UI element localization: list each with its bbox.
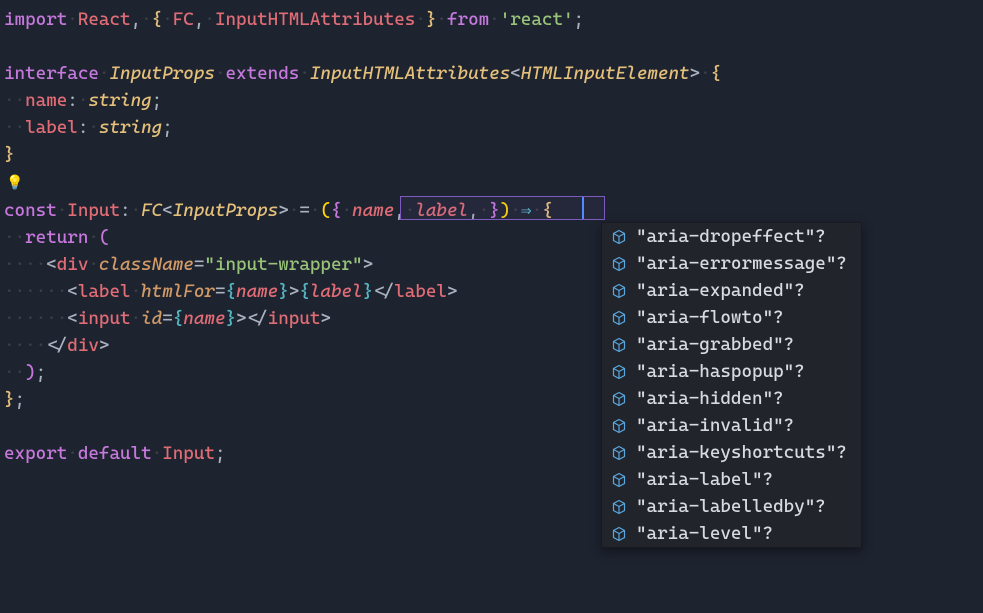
field-icon (610, 390, 628, 408)
autocomplete-item[interactable]: "aria-invalid"? (602, 412, 861, 439)
field-icon (610, 444, 628, 462)
code-line: ··label:·string; (4, 114, 983, 141)
autocomplete-item[interactable]: "aria-haspopup"? (602, 358, 861, 385)
autocomplete-item[interactable]: "aria-level"? (602, 520, 861, 547)
field-icon (610, 228, 628, 246)
code-line: const·Input:·FC<InputProps>·=·({·name,·l… (4, 197, 983, 224)
autocomplete-item[interactable]: "aria-errormessage"? (602, 250, 861, 277)
autocomplete-label: "aria-level"? (636, 520, 773, 547)
autocomplete-label: "aria-grabbed"? (636, 331, 794, 358)
code-line: } (4, 141, 983, 168)
code-line: import·React,·{·FC,·InputHTMLAttributes·… (4, 6, 983, 33)
field-icon (610, 282, 628, 300)
field-icon (610, 336, 628, 354)
field-icon (610, 255, 628, 273)
autocomplete-label: "aria-keyshortcuts"? (636, 439, 847, 466)
code-line (4, 33, 983, 60)
autocomplete-label: "aria-dropeffect"? (636, 223, 826, 250)
field-icon (610, 471, 628, 489)
autocomplete-label: "aria-errormessage"? (636, 250, 847, 277)
autocomplete-item[interactable]: "aria-flowto"? (602, 304, 861, 331)
autocomplete-label: "aria-haspopup"? (636, 358, 805, 385)
field-icon (610, 417, 628, 435)
autocomplete-item[interactable]: "aria-grabbed"? (602, 331, 861, 358)
code-line: interface·InputProps·extends·InputHTMLAt… (4, 60, 983, 87)
autocomplete-item[interactable]: "aria-expanded"? (602, 277, 861, 304)
field-icon (610, 309, 628, 327)
lightbulb-icon[interactable]: 💡 (4, 168, 983, 197)
autocomplete-label: "aria-expanded"? (636, 277, 805, 304)
autocomplete-label: "aria-flowto"? (636, 304, 784, 331)
autocomplete-label: "aria-invalid"? (636, 412, 794, 439)
autocomplete-item[interactable]: "aria-hidden"? (602, 385, 861, 412)
autocomplete-item[interactable]: "aria-dropeffect"? (602, 223, 861, 250)
field-icon (610, 498, 628, 516)
autocomplete-popup[interactable]: "aria-dropeffect"? "aria-errormessage"? … (601, 222, 862, 548)
autocomplete-item[interactable]: "aria-keyshortcuts"? (602, 439, 861, 466)
autocomplete-item[interactable]: "aria-labelledby"? (602, 493, 861, 520)
autocomplete-label: "aria-hidden"? (636, 385, 784, 412)
field-icon (610, 363, 628, 381)
autocomplete-item[interactable]: "aria-label"? (602, 466, 861, 493)
field-icon (610, 525, 628, 543)
autocomplete-label: "aria-labelledby"? (636, 493, 826, 520)
code-line: ··name:·string; (4, 87, 983, 114)
text-cursor (582, 197, 584, 219)
autocomplete-label: "aria-label"? (636, 466, 773, 493)
